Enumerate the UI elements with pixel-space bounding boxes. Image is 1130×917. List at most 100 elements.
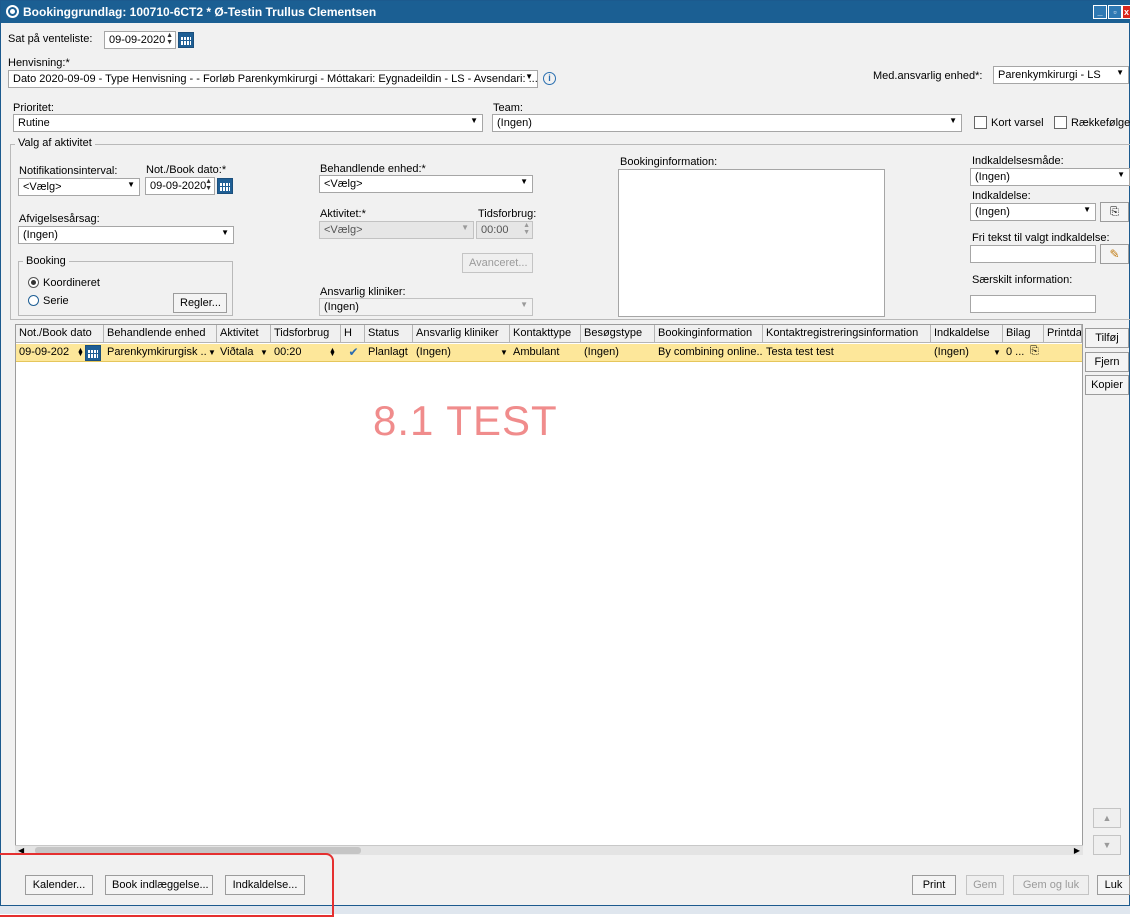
col-header[interactable]: Ansvarlig kliniker: [413, 325, 510, 343]
chevron-down-icon: ▼: [221, 228, 229, 237]
col-header[interactable]: Not./Book dato: [16, 325, 104, 343]
notbook-date-label: Not./Book dato:*: [146, 164, 227, 176]
referral-label: Henvisning:*: [8, 57, 70, 69]
notbook-date-value: 09-09-2020: [150, 180, 207, 192]
team-select[interactable]: (Ingen) ▼: [492, 114, 962, 132]
free-text-field[interactable]: [970, 245, 1096, 263]
col-header[interactable]: Aktivitet: [217, 325, 271, 343]
rules-button[interactable]: Regler...: [173, 293, 227, 313]
cell-booking-info[interactable]: By combining online...: [655, 344, 763, 362]
spinner-icon[interactable]: ▲ ▼: [77, 347, 84, 358]
print-button[interactable]: Print: [912, 875, 956, 895]
window-title: Bookinggrundlag: 100710-6CT2 * Ø-Testin …: [23, 5, 377, 19]
coordinated-label: Koordineret: [43, 277, 100, 289]
col-header[interactable]: Kontaktregistreringsinformation: [763, 325, 931, 343]
remove-button[interactable]: Fjern: [1085, 352, 1129, 372]
responsible-unit-value: Parenkymkirurgi - LS: [998, 69, 1101, 81]
cell-attachment[interactable]: 0 ...: [1003, 344, 1031, 362]
responsible-unit-select[interactable]: Parenkymkirurgi - LS ▼: [993, 66, 1129, 84]
calendar-icon[interactable]: [85, 345, 101, 361]
chevron-down-icon[interactable]: ▼: [260, 348, 268, 357]
short-notice-checkbox[interactable]: [974, 116, 987, 129]
order-checkbox[interactable]: [1054, 116, 1067, 129]
attachment-icon[interactable]: ⎘: [1100, 202, 1129, 222]
close-window-button[interactable]: x: [1122, 5, 1130, 19]
series-radio[interactable]: [28, 295, 39, 306]
booking-info-textarea[interactable]: [618, 169, 885, 317]
booking-window: Bookinggrundlag: 100710-6CT2 * Ø-Testin …: [0, 0, 1130, 906]
col-header[interactable]: Behandlende enhed: [104, 325, 217, 343]
cell-clinician[interactable]: (Ingen): [413, 344, 499, 362]
pencil-icon[interactable]: ✎: [1100, 244, 1129, 264]
spinner-icon[interactable]: ▲ ▼: [205, 178, 212, 192]
spinner-icon[interactable]: ▲ ▼: [166, 32, 173, 46]
cell-activity[interactable]: Viðtala: [217, 344, 259, 362]
col-header[interactable]: Kontakttype: [510, 325, 581, 343]
time-usage-field[interactable]: 00:00 ▲ ▼: [476, 221, 533, 239]
referral-select[interactable]: Dato 2020-09-09 - Type Henvisning - - Fo…: [8, 70, 538, 88]
col-header[interactable]: Besøgstype: [581, 325, 655, 343]
spinner-icon[interactable]: ▲ ▼: [329, 347, 336, 358]
paperclip-icon[interactable]: ⎘: [1030, 345, 1039, 358]
cell-time[interactable]: 00:20: [271, 344, 321, 362]
checkmark-icon[interactable]: ✔: [347, 346, 360, 359]
scroll-right-icon[interactable]: ▶: [1074, 846, 1080, 855]
col-header[interactable]: Bookinginformation: [655, 325, 763, 343]
cell-contact-type[interactable]: Ambulant: [510, 344, 581, 362]
move-down-icon[interactable]: ▼: [1093, 835, 1121, 855]
chevron-down-icon[interactable]: ▼: [208, 348, 216, 357]
col-header[interactable]: Printda: [1044, 325, 1082, 343]
chevron-down-icon[interactable]: ▼: [993, 348, 1001, 357]
cell-unit[interactable]: Parenkymkirurgisk ...: [104, 344, 207, 362]
chevron-down-icon: ▼: [470, 116, 478, 125]
col-header[interactable]: Indkaldelse: [931, 325, 1003, 343]
calendar-icon[interactable]: [178, 32, 194, 48]
minimize-button[interactable]: _: [1093, 5, 1107, 19]
save-close-button[interactable]: Gem og luk: [1013, 875, 1089, 895]
priority-select[interactable]: Rutine ▼: [13, 114, 483, 132]
environment-watermark: 8.1 TEST: [373, 397, 558, 444]
col-header[interactable]: Bilag: [1003, 325, 1044, 343]
cancel-reason-select[interactable]: (Ingen) ▼: [18, 226, 234, 244]
calendar-icon[interactable]: [217, 178, 233, 194]
col-header[interactable]: Tidsforbrug: [271, 325, 341, 343]
responsible-clinician-select[interactable]: (Ingen) ▼: [319, 298, 533, 316]
save-button[interactable]: Gem: [966, 875, 1004, 895]
cell-visit-type[interactable]: (Ingen): [581, 344, 655, 362]
priority-value: Rutine: [18, 117, 50, 129]
cell-status[interactable]: Planlagt: [365, 344, 413, 362]
call-label: Indkaldelse:: [972, 190, 1031, 202]
spinner-icon[interactable]: ▲ ▼: [523, 222, 530, 236]
close-button[interactable]: Luk: [1097, 875, 1130, 895]
chevron-down-icon: ▼: [461, 223, 469, 232]
chevron-down-icon[interactable]: ▼: [500, 348, 508, 357]
table-row[interactable]: 09-09-202 ▲ ▼ Parenkymkirurgisk ... ▼ Við…: [16, 344, 1082, 362]
notif-interval-select[interactable]: <Vælg> ▼: [18, 178, 140, 196]
info-icon[interactable]: i: [543, 72, 556, 85]
chevron-down-icon: ▼: [1117, 170, 1125, 179]
annotation-highlight-box: [0, 853, 334, 917]
copy-button[interactable]: Kopier: [1085, 375, 1129, 395]
waitlist-date-field[interactable]: 09-09-2020 ▲ ▼: [104, 31, 176, 49]
move-up-icon[interactable]: ▲: [1093, 808, 1121, 828]
cell-date[interactable]: 09-09-202: [16, 344, 86, 362]
call-method-select[interactable]: (Ingen) ▼: [970, 168, 1130, 186]
cell-call[interactable]: (Ingen): [931, 344, 991, 362]
restore-button[interactable]: ▫: [1108, 5, 1122, 19]
add-button[interactable]: Tilføj: [1085, 328, 1129, 348]
activity-select[interactable]: <Vælg> ▼: [319, 221, 474, 239]
special-info-field[interactable]: [970, 295, 1096, 313]
col-header[interactable]: H: [341, 325, 365, 343]
treating-unit-select[interactable]: <Vælg> ▼: [319, 175, 533, 193]
notbook-date-field[interactable]: 09-09-2020 ▲ ▼: [145, 177, 215, 195]
cell-contact-reg-info[interactable]: Testa test test: [763, 344, 931, 362]
coordinated-radio[interactable]: [28, 277, 39, 288]
activity-group-label: Valg af aktivitet: [15, 137, 95, 149]
advanced-button[interactable]: Avanceret...: [462, 253, 533, 273]
cancel-reason-value: (Ingen): [23, 229, 58, 241]
app-logo-icon: [6, 5, 19, 18]
responsible-clinician-value: (Ingen): [324, 301, 359, 313]
col-header[interactable]: Status: [365, 325, 413, 343]
booking-group-label: Booking: [23, 255, 69, 267]
call-select[interactable]: (Ingen) ▼: [970, 203, 1096, 221]
